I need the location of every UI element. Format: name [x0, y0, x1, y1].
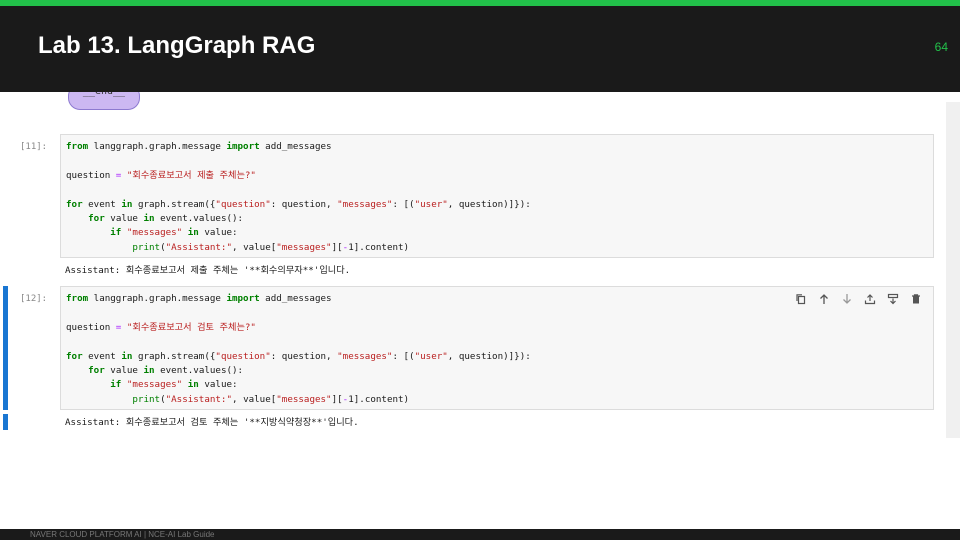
footer-text: NAVER CLOUD PLATFORM AI | NCE-AI Lab Gui…: [30, 530, 215, 539]
code-token: event: [82, 350, 122, 362]
code-token: ][: [331, 393, 343, 405]
code-token: "messages": [337, 350, 393, 362]
code-token: "user": [414, 198, 448, 210]
cell-output: Assistant: 회수종료보고서 제출 주체는 '**회수의무자**'입니다…: [65, 265, 351, 276]
code-token: add_messages: [259, 141, 332, 152]
code-token: if: [110, 227, 122, 239]
code-token: langgraph.graph.message: [88, 141, 227, 152]
code-token: value:: [198, 379, 238, 391]
insert-above-button[interactable]: [861, 291, 879, 307]
code-token: value: [104, 213, 144, 225]
code-editor[interactable]: from langgraph.graph.message import add_…: [66, 140, 531, 255]
code-token: "messages": [121, 227, 183, 239]
code-cell-active[interactable]: from langgraph.graph.message import add_…: [60, 286, 934, 410]
screenshot-scroll-gutter: [944, 102, 960, 438]
active-cell-indicator[interactable]: [3, 286, 8, 410]
page-number: 64: [934, 40, 948, 54]
code-token: 1].content): [348, 241, 410, 253]
code-token: , question)]}):: [447, 350, 531, 362]
active-output-indicator[interactable]: [3, 414, 8, 430]
code-token: from: [66, 141, 89, 152]
code-token: import: [226, 141, 260, 152]
code-token: import: [226, 293, 260, 304]
code-token: : [(: [392, 350, 415, 362]
delete-cell-button[interactable]: [907, 291, 925, 307]
move-up-icon: [820, 294, 828, 304]
code-token: "messages": [276, 241, 332, 253]
code-token: in: [143, 365, 155, 377]
code-token: 1].content): [348, 393, 410, 405]
code-token: if: [110, 379, 122, 391]
code-token: , value[: [232, 241, 277, 253]
code-token: langgraph.graph.message: [88, 293, 227, 304]
code-token: "question": [215, 350, 271, 362]
code-token: question: [66, 321, 116, 333]
code-token: : question,: [270, 198, 338, 210]
code-token: "회수종료보고서 검토 주체는?": [121, 321, 256, 333]
code-token: : question,: [270, 350, 338, 362]
code-token: "user": [414, 350, 448, 362]
code-token: "messages": [276, 393, 332, 405]
code-token: "messages": [121, 379, 183, 391]
code-token: , question)]}):: [447, 198, 531, 210]
code-token: in: [121, 198, 133, 210]
code-token: value: [104, 365, 144, 377]
insert-below-button[interactable]: [884, 291, 902, 307]
code-token: in: [121, 350, 133, 362]
insert-below-icon: [887, 293, 899, 305]
code-token: add_messages: [259, 293, 332, 304]
cell-prompt: [12]:: [20, 294, 48, 304]
code-token: in: [182, 227, 199, 239]
code-editor[interactable]: from langgraph.graph.message import add_…: [66, 292, 531, 407]
insert-above-icon: [864, 294, 876, 305]
code-token: from: [66, 293, 89, 304]
code-token: ][: [331, 241, 343, 253]
code-token: print: [132, 393, 161, 405]
code-token: "messages": [337, 198, 393, 210]
graph-end-node: __end__: [68, 92, 140, 110]
code-token: event: [82, 198, 122, 210]
move-down-button[interactable]: [838, 291, 856, 307]
code-token: graph.stream({: [132, 198, 216, 210]
slide-header: Lab 13. LangGraph RAG 64: [0, 6, 960, 92]
move-up-button[interactable]: [815, 291, 833, 307]
code-token: in: [143, 213, 155, 225]
code-token: for: [88, 365, 105, 377]
code-cell[interactable]: from langgraph.graph.message import add_…: [60, 134, 934, 258]
code-token: value:: [198, 227, 238, 239]
code-token: in: [182, 379, 199, 391]
move-down-icon: [843, 294, 851, 304]
code-token: "Assistant:": [165, 393, 232, 405]
code-token: "Assistant:": [165, 241, 232, 253]
code-token: "question": [215, 198, 271, 210]
code-token: for: [66, 350, 83, 362]
code-token: for: [88, 213, 105, 225]
cell-prompt: [11]:: [20, 142, 48, 152]
delete-icon: [912, 294, 920, 304]
slide-footer: NAVER CLOUD PLATFORM AI | NCE-AI Lab Gui…: [0, 529, 960, 540]
code-token: , value[: [232, 393, 277, 405]
copy-icon: [796, 294, 806, 305]
code-token: graph.stream({: [132, 350, 216, 362]
cell-toolbar: [792, 291, 925, 307]
code-token: for: [66, 198, 83, 210]
cell-output: Assistant: 회수종료보고서 검토 주체는 '**지방식약청장**'입니…: [65, 417, 359, 428]
code-token: event.values():: [154, 213, 244, 225]
code-token: event.values():: [154, 365, 244, 377]
code-token: "회수종료보고서 제출 주체는?": [121, 169, 256, 181]
code-token: : [(: [392, 198, 415, 210]
code-token: print: [132, 241, 161, 253]
slide-title: Lab 13. LangGraph RAG: [38, 32, 316, 59]
notebook-screenshot: __end__ [11]: from langgraph.graph.messa…: [0, 92, 946, 438]
code-token: question: [66, 169, 116, 181]
copy-cell-button[interactable]: [792, 291, 810, 307]
